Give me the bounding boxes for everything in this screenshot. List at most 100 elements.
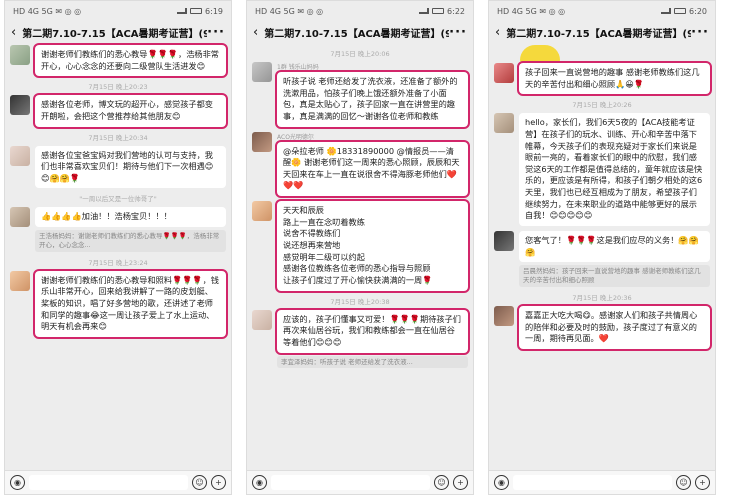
message: ACO光明德尔 @朵拉老师 🌼18331890000 @情报员——清醒🌼 谢谢老师… xyxy=(252,131,470,199)
message-bubble[interactable]: 嘉嘉正大吃大喝😋。感谢家人们和孩子共情周心的陪伴和必要及时的鼓励，孩子度过了有意… xyxy=(517,303,712,351)
chat-title-bar: ‹ 第二期7.10-7.15【ACA暑期考证营】(93) ··· xyxy=(489,21,715,43)
message: 嘉嘉正大吃大喝😋。感谢家人们和孩子共情周心的陪伴和必要及时的鼓励，孩子度过了有意… xyxy=(494,303,712,351)
emoji-icon[interactable]: ☺ xyxy=(676,475,691,490)
status-icons: 6:20 xyxy=(661,7,707,16)
more-icon[interactable]: ··· xyxy=(691,25,709,40)
message-bubble[interactable]: 谢谢老师们教练们的悉心教导和照料🌹🌹🌹，钱乐山非常开心，回来给我讲解了一路的皮划… xyxy=(33,268,228,339)
message: 孩子回来一直说营地的趣事 感谢老师教练们这几天的辛苦付出和细心照顾🙏😀🌹 xyxy=(494,60,712,97)
input-bar: ◉ ☺ + xyxy=(489,470,715,494)
message-body: ACO光明德尔 @朵拉老师 🌼18331890000 @情报员——清醒🌼 谢谢老师… xyxy=(275,132,470,199)
message-body: 感谢各位宝爸宝妈对我们营地的认可与支持，我们也非常喜欢宝贝们！期待与他们下一次相… xyxy=(35,145,226,189)
chat-screen-1: HD 4G 5G ✉ ◎ ◎ 6:19 ‹ 第二期7.10-7.15【ACA暑期考证营… xyxy=(4,0,232,495)
message-bubble[interactable]: 听孩子说 老师还给发了洗衣液，还准备了额外的洗漱用品，怕孩子们晚上饿还额外准备了… xyxy=(275,70,470,129)
avatar[interactable] xyxy=(494,113,514,134)
signal-icon xyxy=(177,8,188,14)
message: 感谢各位宝爸宝妈对我们营地的认可与支持，我们也非常喜欢宝贝们！期待与他们下一次相… xyxy=(10,145,226,189)
chat-screen-2: HD 4G 5G ✉ ◎ ◎ 6:22 ‹ 第二期7.10-7.15【ACA暑期考证营… xyxy=(246,0,474,495)
timestamp: 7月15日 晚上23:24 xyxy=(88,258,148,267)
message-bubble[interactable]: 您客气了！🌹🌹🌹这是我们应尽的义务！🤗🤗🤗 xyxy=(519,231,710,263)
clock: 6:20 xyxy=(689,6,707,16)
message-input[interactable] xyxy=(513,475,672,490)
avatar[interactable] xyxy=(494,231,514,252)
quoted-reply[interactable]: 王浩杨妈妈：谢谢老师们教练们的悉心教导🌹🌹🌹，浩杨非常开心，心心念念... xyxy=(35,230,226,252)
message-list[interactable]: 7月15日 晚上20:06 1群 钱乐山妈妈 听孩子说 老师还给发了洗衣液，还准备了… xyxy=(247,43,473,470)
message-bubble[interactable]: 感谢各位宝爸宝妈对我们营地的认可与支持，我们也非常喜欢宝贝们！期待与他们下一次相… xyxy=(35,145,226,189)
avatar[interactable] xyxy=(494,63,514,83)
timestamp: 7月15日 晚上20:26 xyxy=(572,101,632,110)
message-bubble[interactable]: 天天和辰辰 路上一直在念叨着教练 说舍不得教练们 说还想再来营地 感觉明年二级可… xyxy=(275,199,470,293)
emoji-icon[interactable]: ☺ xyxy=(434,475,449,490)
quoted-reply[interactable]: 吕晨然妈妈：孩子回来一直说营地的趣事 感谢老师教练们这几天的辛苦付出和细心照顾 xyxy=(519,265,710,287)
message: 👍👍👍👍加油！！浩杨宝贝！！！ 王浩杨妈妈：谢谢老师们教练们的悉心教导🌹🌹🌹，浩杨… xyxy=(10,207,226,252)
message: 天天和辰辰 路上一直在念叨着教练 说舍不得教练们 说还想再来营地 感觉明年二级可… xyxy=(252,199,470,293)
message-list[interactable]: 谢谢老师们教练们的悉心教导🌹🌹🌹，浩杨非常开心，心心念念的还要向二级营队生活进发… xyxy=(5,43,231,470)
message: 应该的，孩子们懂事又可爱！🌹🌹🌹期待孩子们再次来仙居谷玩，我们和教练都会一直在仙… xyxy=(252,307,470,369)
chat-title: 第二期7.10-7.15【ACA暑期考证营】(93) xyxy=(264,28,450,40)
voice-icon[interactable]: ◉ xyxy=(10,475,25,490)
message: hello，家长们，我们6天5夜的【ACA技能考证营】在孩子们的玩水、训练、开心… xyxy=(494,113,710,227)
battery-icon xyxy=(674,8,687,14)
message-bubble[interactable]: 👍👍👍👍加油！！浩杨宝贝！！！ xyxy=(35,207,226,228)
sticker-image xyxy=(520,45,560,63)
back-icon[interactable]: ‹ xyxy=(253,25,258,40)
avatar[interactable] xyxy=(10,145,30,166)
more-icon[interactable]: ··· xyxy=(207,25,225,40)
status-indicators: HD 4G 5G ✉ ◎ ◎ xyxy=(255,6,324,16)
voice-icon[interactable]: ◉ xyxy=(252,475,267,490)
message-body: 1群 钱乐山妈妈 听孩子说 老师还给发了洗衣液，还准备了额外的洗漱用品，怕孩子们晚… xyxy=(275,62,470,129)
clock: 6:19 xyxy=(205,6,223,16)
status-bar: HD 4G 5G ✉ ◎ ◎ 6:19 xyxy=(5,1,231,21)
avatar[interactable] xyxy=(10,95,30,116)
chat-screen-3: HD 4G 5G ✉ ◎ ◎ 6:20 ‹ 第二期7.10-7.15【ACA暑期考证营… xyxy=(488,0,716,495)
avatar[interactable] xyxy=(252,131,272,152)
avatar[interactable] xyxy=(252,62,272,82)
message-body: 天天和辰辰 路上一直在念叨着教练 说舍不得教练们 说还想再来营地 感觉明年二级可… xyxy=(275,199,470,293)
message-bubble[interactable]: 孩子回来一直说营地的趣事 感谢老师教练们这几天的辛苦付出和细心照顾🙏😀🌹 xyxy=(517,60,712,97)
avatar[interactable] xyxy=(252,309,272,330)
sender-name: 1群 钱乐山妈妈 xyxy=(277,64,319,71)
avatar[interactable] xyxy=(10,207,30,228)
chat-title: 第二期7.10-7.15【ACA暑期考证营】(93) xyxy=(506,28,692,40)
message-input[interactable] xyxy=(271,475,430,490)
status-icons: 6:19 xyxy=(177,7,223,16)
message-bubble[interactable]: hello，家长们，我们6天5夜的【ACA技能考证营】在孩子们的玩水、训练、开心… xyxy=(519,113,710,227)
message-bubble[interactable]: 谢谢老师们教练们的悉心教导🌹🌹🌹，浩杨非常开心，心心念念的还要向二级营队生活进发… xyxy=(33,43,228,79)
message-list[interactable]: 孩子回来一直说营地的趣事 感谢老师教练们这几天的辛苦付出和细心照顾🙏😀🌹 7月15… xyxy=(489,43,715,470)
avatar[interactable] xyxy=(10,45,30,65)
battery-icon xyxy=(432,8,445,14)
plus-icon[interactable]: + xyxy=(695,475,710,490)
voice-icon[interactable]: ◉ xyxy=(494,475,509,490)
back-icon[interactable]: ‹ xyxy=(11,25,16,40)
message-body: 谢谢老师们教练们的悉心教导和照料🌹🌹🌹，钱乐山非常开心，回来给我讲解了一路的皮划… xyxy=(33,268,228,339)
plus-icon[interactable]: + xyxy=(211,475,226,490)
timestamp: 7月15日 晚上20:38 xyxy=(330,297,390,306)
message-input[interactable] xyxy=(29,475,188,490)
message-body: 嘉嘉正大吃大喝😋。感谢家人们和孩子共情周心的陪伴和必要及时的鼓励，孩子度过了有意… xyxy=(517,303,712,351)
chat-title-bar: ‹ 第二期7.10-7.15【ACA暑期考证营】(93) ··· xyxy=(247,21,473,43)
clock: 6:22 xyxy=(447,6,465,16)
message: 谢谢老师们教练们的悉心教导和照料🌹🌹🌹，钱乐山非常开心，回来给我讲解了一路的皮划… xyxy=(10,268,228,339)
message-bubble[interactable]: 感谢各位老师，博文玩的超开心，感觉孩子都变开朗啦，会把这个营推荐给其他朋友😊 xyxy=(33,93,228,129)
plus-icon[interactable]: + xyxy=(453,475,468,490)
emoji-icon[interactable]: ☺ xyxy=(192,475,207,490)
quoted-reply[interactable]: 李宜泽妈妈：听孩子说 老师还给发了洗衣液... xyxy=(277,355,468,369)
avatar[interactable] xyxy=(252,201,272,222)
chat-title-bar: ‹ 第二期7.10-7.15【ACA暑期考证营】(93) ··· xyxy=(5,21,231,43)
timestamp: "一周以后又是一位帅哥了" xyxy=(79,195,157,204)
message-body: 谢谢老师们教练们的悉心教导🌹🌹🌹，浩杨非常开心，心心念念的还要向二级营队生活进发… xyxy=(33,43,228,79)
status-bar: HD 4G 5G ✉ ◎ ◎ 6:22 xyxy=(247,1,473,21)
timestamp: 7月15日 晚上20:23 xyxy=(88,83,148,92)
message-bubble[interactable]: @朵拉老师 🌼18331890000 @情报员——清醒🌼 谢谢老师们这一周来的悉… xyxy=(275,139,470,199)
message: 感谢各位老师，博文玩的超开心，感觉孩子都变开朗啦，会把这个营推荐给其他朋友😊 xyxy=(10,93,228,129)
back-icon[interactable]: ‹ xyxy=(495,25,500,40)
message: 谢谢老师们教练们的悉心教导🌹🌹🌹，浩杨非常开心，心心念念的还要向二级营队生活进发… xyxy=(10,43,228,79)
input-bar: ◉ ☺ + xyxy=(5,470,231,494)
timestamp: 7月15日 晚上20:36 xyxy=(572,293,632,302)
avatar[interactable] xyxy=(494,305,514,326)
more-icon[interactable]: ··· xyxy=(449,25,467,40)
status-bar: HD 4G 5G ✉ ◎ ◎ 6:20 xyxy=(489,1,715,21)
avatar[interactable] xyxy=(10,270,30,291)
message: 1群 钱乐山妈妈 听孩子说 老师还给发了洗衣液，还准备了额外的洗漱用品，怕孩子们晚… xyxy=(252,62,470,129)
message-bubble[interactable]: 应该的，孩子们懂事又可爱！🌹🌹🌹期待孩子们再次来仙居谷玩，我们和教练都会一直在仙… xyxy=(275,307,470,355)
message-body: 感谢各位老师，博文玩的超开心，感觉孩子都变开朗啦，会把这个营推荐给其他朋友😊 xyxy=(33,93,228,129)
